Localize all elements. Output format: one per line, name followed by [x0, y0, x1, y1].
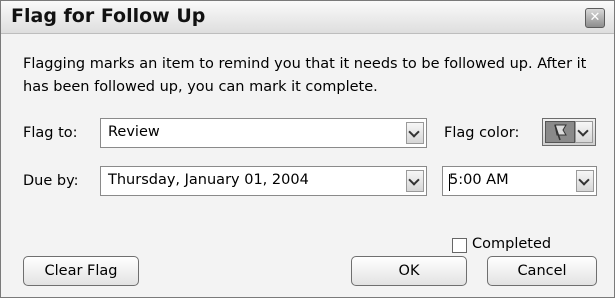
flag-color-label: Flag color: [444, 125, 520, 141]
flag-icon [554, 124, 567, 141]
completed-label[interactable]: Completed [472, 236, 551, 252]
due-by-label: Due by: [23, 173, 79, 189]
completed-checkbox[interactable] [452, 238, 467, 253]
flag-color-dropdown-button[interactable] [575, 121, 593, 143]
due-time-text: 5:00 AM [449, 172, 509, 188]
title-bar[interactable]: Flag for Follow Up ✕ [1, 1, 614, 34]
close-button[interactable]: ✕ [585, 8, 605, 28]
due-time-value: 5:00 AM [449, 172, 509, 191]
flag-to-label: Flag to: [23, 125, 78, 141]
due-date-value: Thursday, January 01, 2004 [108, 172, 309, 188]
close-icon: ✕ [589, 10, 601, 25]
clear-flag-button[interactable]: Clear Flag [23, 256, 139, 286]
flag-to-dropdown-button[interactable] [406, 122, 424, 144]
flag-to-combo[interactable]: Review [100, 118, 427, 148]
flag-to-value: Review [108, 124, 160, 140]
dialog-title: Flag for Follow Up [11, 5, 206, 27]
ok-button[interactable]: OK [351, 256, 467, 286]
cancel-button[interactable]: Cancel [487, 256, 597, 286]
text-caret [449, 174, 450, 191]
due-time-combo[interactable]: 5:00 AM [442, 166, 597, 196]
flag-follow-up-dialog: Flag for Follow Up ✕ Flagging marks an i… [0, 0, 615, 298]
description-text: Flagging marks an item to remind you tha… [23, 56, 587, 95]
flag-color-swatch [545, 121, 575, 143]
due-date-combo[interactable]: Thursday, January 01, 2004 [100, 166, 427, 196]
due-time-dropdown-button[interactable] [576, 170, 594, 192]
due-date-dropdown-button[interactable] [406, 170, 424, 192]
flag-color-picker[interactable] [542, 118, 596, 146]
